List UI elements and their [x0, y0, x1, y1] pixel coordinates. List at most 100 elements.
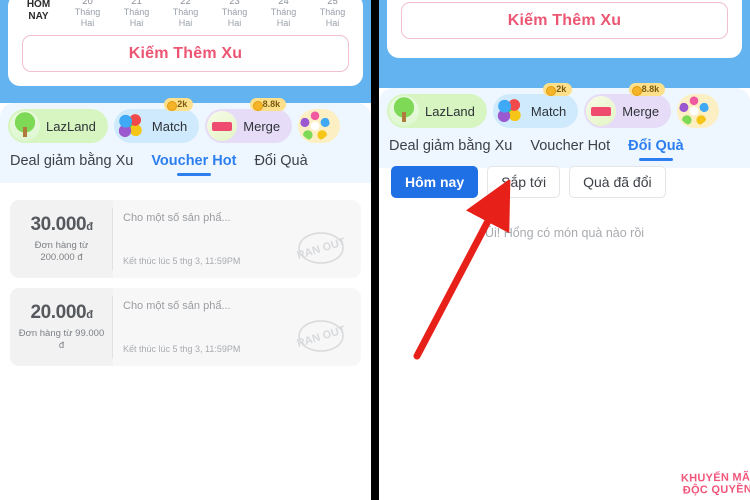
tab-label: Đổi Quà [628, 138, 684, 154]
game-label: Merge [622, 103, 660, 119]
right-phone-screen: Kiếm Thêm Xu LazLand Match 2k Merge 8.8k [379, 0, 750, 500]
voucher-amount-block: 30.000đ Đơn hàng từ 200.000 đ [10, 200, 113, 278]
game-pill-extra[interactable] [298, 109, 341, 143]
date-number: 22 [180, 0, 191, 7]
tab-doi-qua[interactable]: Đổi Quà [254, 149, 307, 169]
tree-icon [10, 111, 40, 141]
voucher-card[interactable]: 20.000đ Đơn hàng từ 99.000 đ Cho một số … [10, 288, 361, 366]
left-tabs: Deal giảm bằng Xu Voucher Hot Đổi Quà [0, 149, 371, 183]
date-cell[interactable]: 20 Tháng Hai [63, 0, 112, 29]
tree-icon [389, 96, 419, 126]
date-cell[interactable]: 24 Tháng Hai [259, 0, 308, 29]
tab-deal-giam-bang-xu[interactable]: Deal giảm bằng Xu [10, 149, 133, 169]
ran-out-stamp: RAN OUT [296, 232, 347, 264]
game-pill-merge[interactable]: Merge 8.8k [205, 98, 293, 143]
tab-label: Đổi Quà [254, 153, 308, 169]
today-label-line1: HÔM [26, 0, 51, 10]
coin-badge: 8.8k [628, 83, 666, 96]
date-cell[interactable]: 22 Tháng Hai [161, 0, 210, 29]
voucher-condition-line1: Đơn hàng từ 99.000 [18, 328, 105, 339]
date-cell[interactable]: 21 Tháng Hai [112, 0, 161, 29]
date-number: 21 [131, 0, 142, 7]
gift-subtabs: Hôm nay Sắp tới Quà đã đổi [379, 166, 750, 198]
flower-icon [300, 111, 331, 141]
date-month-line1: Tháng [172, 7, 199, 17]
subtab-label: Sắp tới [501, 174, 547, 190]
merge-icon [586, 96, 617, 126]
date-number: 24 [278, 0, 289, 7]
right-daily-checkin-card: Kiếm Thêm Xu [387, 0, 742, 58]
tab-deal-giam-bang-xu[interactable]: Deal giảm bằng Xu [389, 134, 512, 154]
voucher-expiry: Kết thúc lúc 5 thg 3, 11:59PM [123, 344, 241, 354]
date-cell[interactable]: 25 Tháng Hai [308, 0, 357, 29]
earn-more-coins-button[interactable]: Kiếm Thêm Xu [401, 2, 728, 39]
game-pill-match[interactable]: Match 2k [492, 83, 579, 128]
game-pill-lazland[interactable]: LazLand [387, 94, 487, 128]
panel-divider [371, 0, 379, 500]
coin-badge: 2k [164, 98, 194, 111]
game-pill-match[interactable]: Match 2k [113, 98, 200, 143]
date-month-line2: Hai [276, 18, 291, 28]
voucher-condition-line2: 200.000 đ [40, 252, 83, 263]
watermark-line2: ĐỘC QUYỀN [683, 483, 750, 497]
date-cell[interactable]: 23 Tháng Hai [210, 0, 259, 29]
voucher-amount: 20.000đ [30, 302, 92, 324]
game-label: Match [530, 103, 567, 119]
game-pill-merge[interactable]: Merge 8.8k [584, 83, 672, 128]
watermark: KHUYẾN MÃI ĐỘC QUYỀN [681, 471, 750, 496]
date-month-line2: Hai [325, 18, 340, 28]
subtab-sap-toi[interactable]: Sắp tới [487, 166, 561, 198]
date-month-line2: Hai [80, 18, 95, 28]
left-date-strip: HÔM NAY 20 Tháng Hai 21 Tháng Hai 22 Thá… [8, 0, 363, 38]
tab-label: Deal giảm bằng Xu [389, 138, 513, 154]
game-pill-extra[interactable] [677, 94, 720, 128]
voucher-card[interactable]: 30.000đ Đơn hàng từ 200.000 đ Cho một số… [10, 200, 361, 278]
subtab-label: Quà đã đổi [583, 174, 652, 190]
date-month-line1: Tháng [270, 7, 297, 17]
voucher-currency: đ [86, 221, 93, 233]
right-games-section: LazLand Match 2k Merge 8.8k Deal giảm bằ… [379, 83, 750, 168]
left-phone-screen: HÔM NAY 20 Tháng Hai 21 Tháng Hai 22 Thá… [0, 0, 371, 500]
subtab-label: Hôm nay [405, 174, 465, 190]
date-month-line1: Tháng [123, 7, 150, 17]
date-number: 23 [229, 0, 240, 7]
tab-voucher-hot[interactable]: Voucher Hot [530, 134, 610, 154]
active-tab-underline [638, 157, 673, 161]
earn-more-coins-button[interactable]: Kiếm Thêm Xu [22, 35, 349, 72]
game-label: LazLand [46, 118, 96, 134]
voucher-amount: 30.000đ [30, 214, 92, 236]
date-month-line1: Tháng [221, 7, 248, 17]
right-tabs: Deal giảm bằng Xu Voucher Hot Đổi Quà [379, 134, 750, 168]
subtab-hom-nay[interactable]: Hôm nay [391, 166, 479, 198]
tab-voucher-hot[interactable]: Voucher Hot [151, 149, 237, 176]
flower-icon [679, 96, 710, 126]
date-cell-today[interactable]: HÔM NAY [14, 0, 63, 23]
balls-icon [494, 96, 525, 126]
game-pill-lazland[interactable]: LazLand [8, 109, 108, 143]
voucher-condition: Đơn hàng từ 99.000 đ [19, 328, 104, 352]
tab-label: Voucher Hot [151, 153, 237, 169]
voucher-amount-block: 20.000đ Đơn hàng từ 99.000 đ [10, 288, 113, 366]
voucher-amount-value: 30.000 [30, 214, 87, 235]
date-month-line2: Hai [178, 18, 193, 28]
merge-icon [207, 111, 238, 141]
tab-doi-qua[interactable]: Đổi Quà [628, 134, 684, 161]
ran-out-stamp: RAN OUT [296, 320, 347, 352]
game-label: Merge [243, 118, 281, 134]
game-label: Match [151, 118, 188, 134]
active-tab-underline [176, 172, 211, 176]
date-month-line1: Tháng [319, 7, 346, 17]
right-games-row: LazLand Match 2k Merge 8.8k [379, 83, 750, 134]
today-label-line2: NAY [28, 11, 49, 22]
voucher-title: Cho một số sản phẩ... [123, 212, 231, 224]
voucher-condition-line2: đ [58, 340, 65, 351]
voucher-title: Cho một số sản phẩ... [123, 300, 231, 312]
left-daily-checkin-card: HÔM NAY 20 Tháng Hai 21 Tháng Hai 22 Thá… [8, 0, 363, 86]
screenshot-root: HÔM NAY 20 Tháng Hai 21 Tháng Hai 22 Thá… [0, 0, 750, 500]
voucher-details: Cho một số sản phẩ... Kết thúc lúc 5 thg… [113, 288, 361, 366]
subtab-qua-da-doi[interactable]: Quà đã đổi [569, 166, 666, 198]
gift-exchange-section: Hôm nay Sắp tới Quà đã đổi Ủi! Hổng có m… [379, 166, 750, 240]
date-month-line2: Hai [227, 18, 242, 28]
left-games-row: LazLand Match 2k Merge 8.8k [0, 98, 371, 149]
tab-label: Deal giảm bằng Xu [10, 153, 134, 169]
